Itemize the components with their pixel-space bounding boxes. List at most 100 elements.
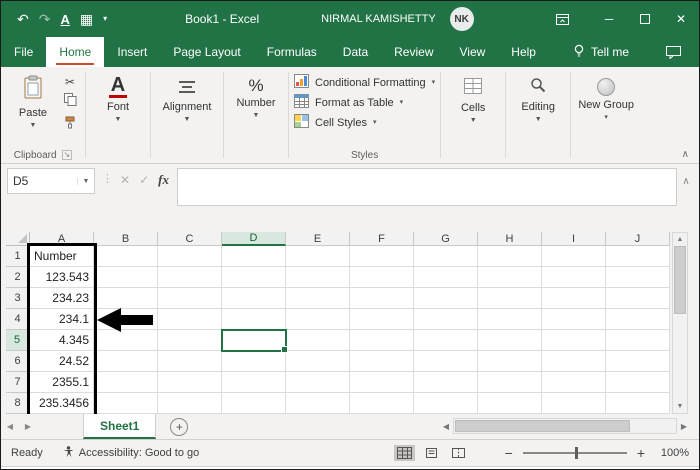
cell-A7[interactable]: 2355.1	[30, 372, 94, 393]
normal-view-icon[interactable]	[393, 445, 415, 461]
column-header-C[interactable]: C	[158, 232, 222, 246]
copy-icon[interactable]	[63, 93, 77, 111]
cell-H8[interactable]	[478, 393, 542, 414]
cell-J8[interactable]	[606, 393, 670, 414]
cell-C8[interactable]	[158, 393, 222, 414]
formula-bar-grip[interactable]: ⋮	[95, 168, 118, 185]
cell-E5[interactable]	[286, 330, 350, 351]
format-as-table-button[interactable]: Format as Table ▾	[294, 94, 435, 111]
cells-button[interactable]: Cells ▼	[446, 70, 500, 124]
cell-I2[interactable]	[542, 267, 606, 288]
cell-A2[interactable]: 123.543	[30, 267, 94, 288]
cell-E6[interactable]	[286, 351, 350, 372]
column-header-G[interactable]: G	[414, 232, 478, 246]
cell-B4[interactable]	[94, 309, 158, 330]
column-header-B[interactable]: B	[94, 232, 158, 246]
name-box-dropdown-icon[interactable]: ▼	[77, 177, 94, 185]
vertical-scroll-thumb[interactable]	[674, 246, 686, 314]
horizontal-scrollbar[interactable]: ◀ ▶	[439, 418, 691, 434]
cut-icon[interactable]: ✂	[65, 76, 75, 88]
cell-D4[interactable]	[222, 309, 286, 330]
cell-F3[interactable]	[350, 288, 414, 309]
cell-E3[interactable]	[286, 288, 350, 309]
row-header-8[interactable]: 8	[6, 393, 30, 414]
cell-H4[interactable]	[478, 309, 542, 330]
sheet-nav-previous-icon[interactable]: ◀	[1, 414, 19, 439]
cell-I1[interactable]	[542, 246, 606, 267]
row-header-1[interactable]: 1	[6, 246, 30, 267]
select-all-button[interactable]	[6, 232, 30, 246]
cell-I4[interactable]	[542, 309, 606, 330]
cell-styles-button[interactable]: Cell Styles ▾	[294, 114, 435, 131]
cell-E7[interactable]	[286, 372, 350, 393]
cell-H5[interactable]	[478, 330, 542, 351]
zoom-slider[interactable]	[522, 447, 627, 459]
comments-icon[interactable]	[666, 37, 699, 67]
tell-me-button[interactable]: Tell me	[563, 37, 639, 67]
cell-I7[interactable]	[542, 372, 606, 393]
tab-home[interactable]: Home	[46, 37, 105, 67]
cell-A3[interactable]: 234.23	[30, 288, 94, 309]
cell-D7[interactable]	[222, 372, 286, 393]
cell-I5[interactable]	[542, 330, 606, 351]
cell-F1[interactable]	[350, 246, 414, 267]
cell-F7[interactable]	[350, 372, 414, 393]
cell-H1[interactable]	[478, 246, 542, 267]
cell-J4[interactable]	[606, 309, 670, 330]
tab-review[interactable]: Review	[381, 37, 446, 67]
insert-function-icon[interactable]: fx	[158, 172, 169, 188]
cell-C5[interactable]	[158, 330, 222, 351]
sheet-nav-next-icon[interactable]: ▶	[19, 414, 37, 439]
customize-qat-icon[interactable]: ▾	[103, 15, 107, 23]
cell-C6[interactable]	[158, 351, 222, 372]
row-header-5[interactable]: 5	[6, 330, 30, 351]
paste-button[interactable]: Paste ▼	[6, 70, 60, 129]
cell-E4[interactable]	[286, 309, 350, 330]
tab-file[interactable]: File	[1, 37, 46, 67]
vertical-scrollbar[interactable]: ▲ ▼	[672, 232, 688, 414]
cell-F8[interactable]	[350, 393, 414, 414]
user-avatar[interactable]: NK	[449, 7, 474, 31]
row-header-7[interactable]: 7	[6, 372, 30, 393]
cell-F6[interactable]	[350, 351, 414, 372]
formula-input[interactable]	[176, 168, 677, 206]
cell-H6[interactable]	[478, 351, 542, 372]
cell-C2[interactable]	[158, 267, 222, 288]
cell-I8[interactable]	[542, 393, 606, 414]
cell-F5[interactable]	[350, 330, 414, 351]
cell-G5[interactable]	[414, 330, 478, 351]
cell-I6[interactable]	[542, 351, 606, 372]
cell-G4[interactable]	[414, 309, 478, 330]
clipboard-dialog-launcher-icon[interactable]: ↘	[61, 150, 73, 160]
cell-H3[interactable]	[478, 288, 542, 309]
cell-D2[interactable]	[222, 267, 286, 288]
maximize-button[interactable]	[627, 1, 663, 37]
expand-formula-bar-icon[interactable]: ∧	[677, 168, 695, 187]
cell-B5[interactable]	[94, 330, 158, 351]
tab-data[interactable]: Data	[330, 37, 381, 67]
cell-G3[interactable]	[414, 288, 478, 309]
selected-cell-d5[interactable]	[221, 329, 288, 353]
cell-F2[interactable]	[350, 267, 414, 288]
tab-insert[interactable]: Insert	[104, 37, 160, 67]
scroll-up-icon[interactable]: ▲	[677, 233, 684, 246]
column-header-A[interactable]: A	[30, 232, 94, 246]
cell-J5[interactable]	[606, 330, 670, 351]
ribbon-display-options-icon[interactable]	[556, 13, 569, 25]
cell-A8[interactable]: 235.3456	[30, 393, 94, 414]
cell-A5[interactable]: 4.345	[30, 330, 94, 351]
name-box[interactable]: D5 ▼	[7, 168, 95, 194]
cell-J3[interactable]	[606, 288, 670, 309]
horizontal-scroll-thumb[interactable]	[455, 420, 631, 432]
undo-icon[interactable]: ↶	[17, 12, 29, 26]
tab-help[interactable]: Help	[498, 37, 549, 67]
page-break-preview-icon[interactable]	[448, 445, 469, 461]
row-header-2[interactable]: 2	[6, 267, 30, 288]
scroll-right-icon[interactable]: ▶	[677, 422, 691, 431]
cell-G2[interactable]	[414, 267, 478, 288]
cell-F4[interactable]	[350, 309, 414, 330]
cell-E1[interactable]	[286, 246, 350, 267]
cell-D1[interactable]	[222, 246, 286, 267]
font-button[interactable]: A Font ▼	[91, 70, 145, 123]
cell-A6[interactable]: 24.52	[30, 351, 94, 372]
